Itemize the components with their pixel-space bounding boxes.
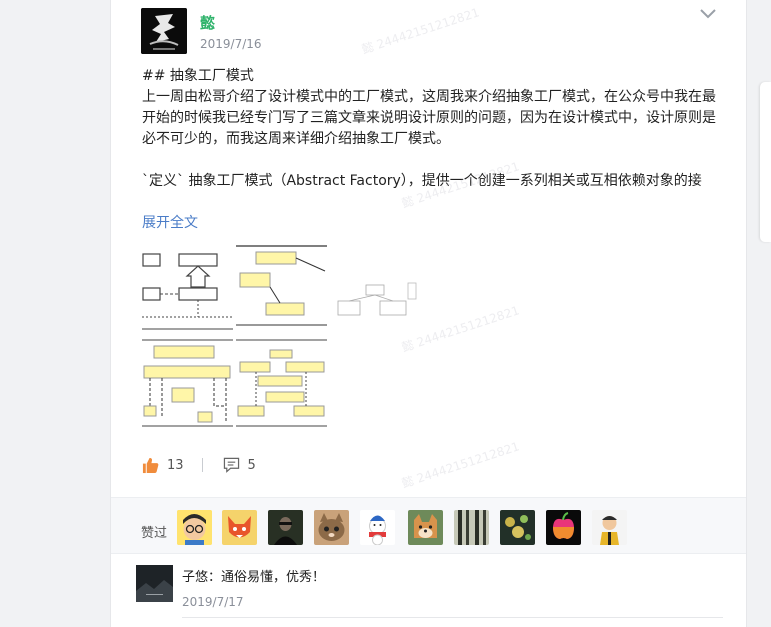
author-name[interactable]: 懿 [200,12,216,33]
cartoon-glasses-avatar[interactable] [177,510,212,545]
post-date: 2019/7/16 [200,37,262,51]
uml-thumbnail[interactable] [142,336,233,430]
author-avatar[interactable] [141,8,187,54]
commenter-avatar[interactable] [136,565,173,602]
feed-card: 懿 2019/7/16 ## 抽象工厂模式 上一周由松哥介绍了设计模式中的工厂模… [110,0,747,627]
fox-avatar[interactable] [222,510,257,545]
uml-thumbnail[interactable] [236,243,327,331]
expand-link[interactable]: 展开全文 [142,212,198,232]
scrollbar[interactable] [760,82,771,242]
comment-icon [223,457,239,473]
like-button[interactable]: 13 [142,457,184,474]
post-actions: 13 5 [142,455,256,475]
dark-figure-avatar[interactable] [268,510,303,545]
watermark: 懿 24442151212821 [399,303,522,355]
snowman-avatar[interactable] [360,510,395,545]
comment-divider [182,617,723,618]
post-line: `定义` 抽象工厂模式（Abstract Factory），提供一个创建一系列相… [142,173,702,189]
action-divider [201,458,203,472]
diagram-thumbnail[interactable] [142,243,233,331]
comment-item: 子悠：通俗易懂，优秀！ 2019/7/17 [136,565,723,627]
thumbs-up-icon [142,457,159,473]
watermark: 懿 24442151212821 [399,439,522,491]
cat-avatar[interactable] [314,510,349,545]
post-line: 开始的时候我已经专门写了三篇文章来说明设计原则的问题，因为在设计模式中，设计原则… [142,110,716,126]
post-line-blank [142,150,722,171]
uml-thumbnail[interactable] [236,336,327,430]
comment-button[interactable]: 5 [223,457,256,473]
likers-label: 赞过 [141,526,168,541]
comment-date: 2019/7/17 [182,595,244,609]
post-body: ## 抽象工厂模式 上一周由松哥介绍了设计模式中的工厂模式，这周我来介绍抽象工厂… [142,66,722,192]
lights-avatar[interactable] [500,510,535,545]
like-count: 13 [167,457,184,473]
forest-avatar[interactable] [454,510,489,545]
uml-thumbnail[interactable] [330,243,417,331]
post-line: ## 抽象工厂模式 [142,68,254,84]
comment-count: 5 [247,457,256,473]
chevron-down-icon[interactable] [698,6,718,22]
watermark: 懿 24442151212821 [359,5,482,57]
post-line: 必不可少的，而我这周来详细介绍抽象工厂模式。 [142,131,450,147]
image-grid [142,243,417,430]
post-line: 上一周由松哥介绍了设计模式中的工厂模式，这周我来介绍抽象工厂模式，在公众号中我在… [142,89,716,105]
cartoon-man-avatar[interactable] [592,510,627,545]
apple-logo-avatar[interactable] [546,510,581,545]
likers-bar: 赞过 [111,497,746,554]
shiba-avatar[interactable] [408,510,443,545]
comment-text: 子悠：通俗易懂，优秀！ [182,570,326,585]
